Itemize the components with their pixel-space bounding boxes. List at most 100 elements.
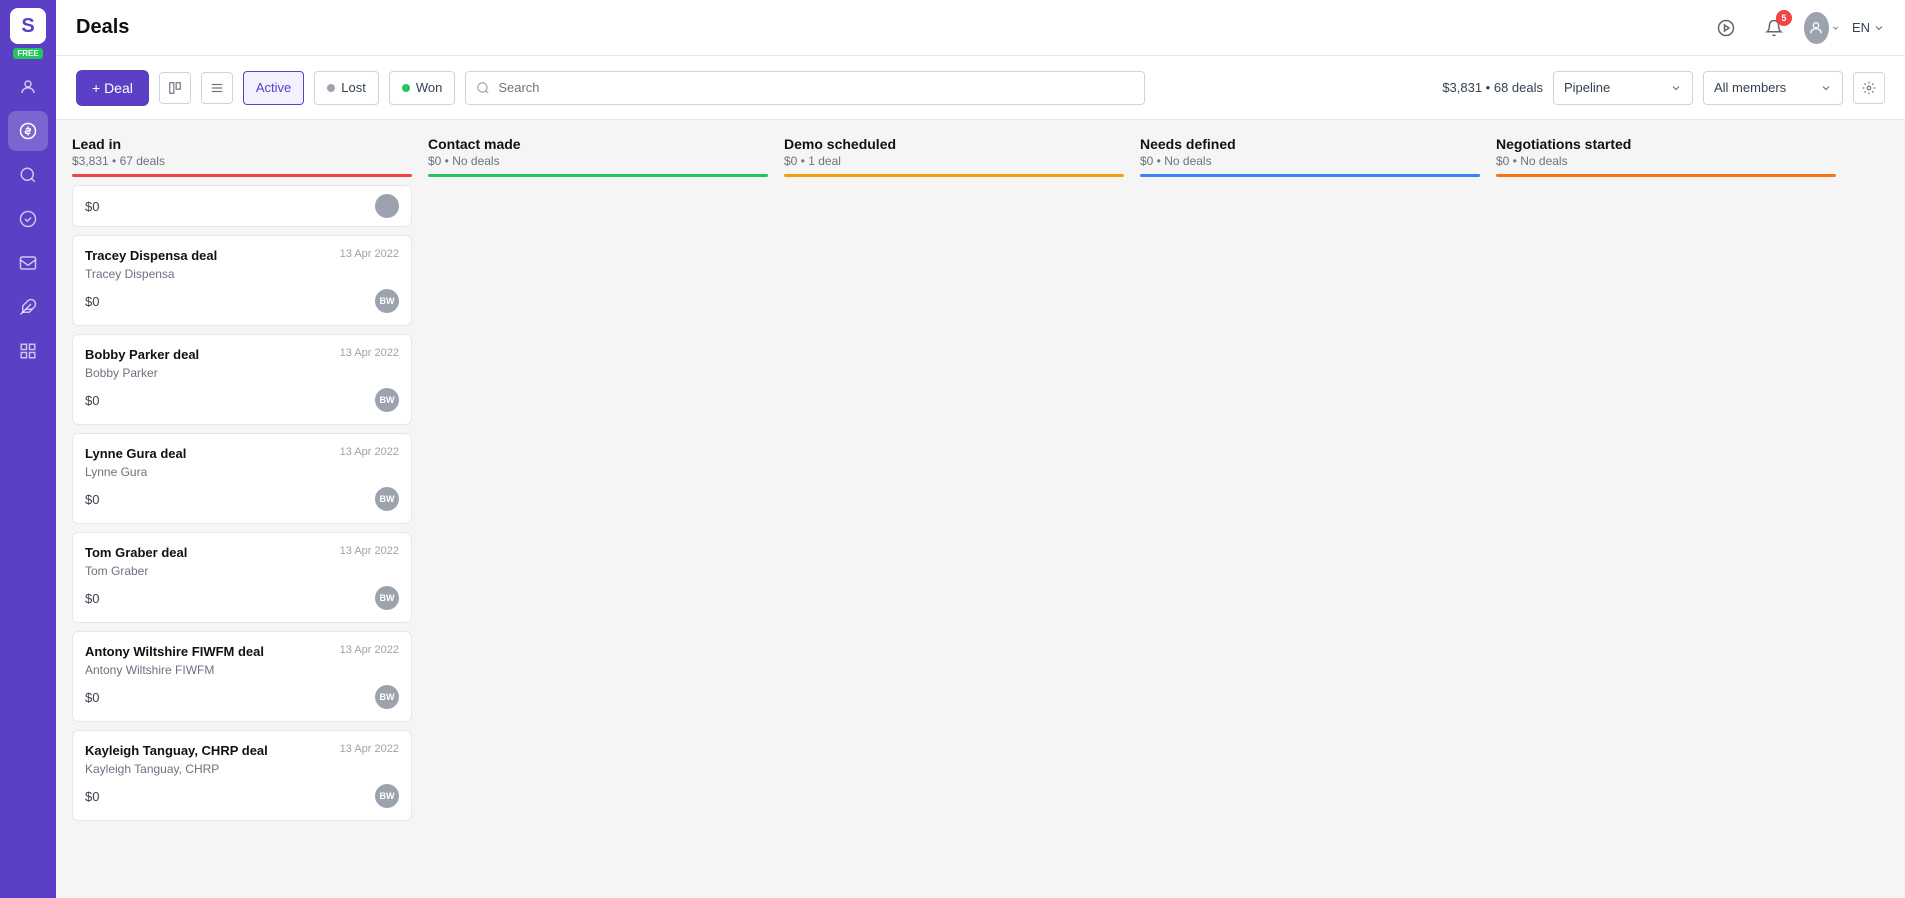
deal-name: Kayleigh Tanguay, CHRP deal: [85, 743, 268, 758]
notification-count: 5: [1776, 10, 1792, 26]
deal-amount: $0: [85, 492, 99, 507]
members-dropdown[interactable]: All members: [1703, 71, 1843, 105]
column-subtitle-negotiations-started: $0 • No deals: [1496, 154, 1836, 168]
deal-footer: $0 BW: [85, 388, 399, 412]
lost-dot: [327, 84, 335, 92]
deal-contact: Kayleigh Tanguay, CHRP: [85, 762, 399, 776]
column-header-contact-made: Contact made $0 • No deals: [428, 136, 768, 177]
column-title-contact-made: Contact made: [428, 136, 768, 152]
filter-won-button[interactable]: Won: [389, 71, 456, 105]
deal-card-header: Antony Wiltshire FIWFM deal 13 Apr 2022: [85, 644, 399, 659]
sidebar: S FREE: [0, 0, 56, 898]
list-view-button[interactable]: [201, 72, 233, 104]
deal-amount: $0: [85, 789, 99, 804]
notifications-button[interactable]: 5: [1756, 10, 1792, 46]
deal-avatar: BW: [375, 289, 399, 313]
kanban-column-lead-in: Lead in $3,831 • 67 deals $0 Tracey Disp…: [72, 136, 412, 882]
filter-lost-button[interactable]: Lost: [314, 71, 379, 105]
sidebar-item-apps[interactable]: [8, 331, 48, 371]
pipeline-chevron-icon: [1670, 82, 1682, 94]
column-cards-lead-in: $0 Tracey Dispensa deal 13 Apr 2022 Trac…: [72, 185, 412, 821]
kanban-column-needs-defined: Needs defined $0 • No deals: [1140, 136, 1480, 882]
deal-name: Antony Wiltshire FIWFM deal: [85, 644, 264, 659]
sidebar-item-integrations[interactable]: [8, 287, 48, 327]
kanban-column-contact-made: Contact made $0 • No deals: [428, 136, 768, 882]
deal-footer: $0 BW: [85, 685, 399, 709]
avatar: [1804, 12, 1829, 44]
deal-avatar: BW: [375, 685, 399, 709]
deal-card[interactable]: Antony Wiltshire FIWFM deal 13 Apr 2022 …: [72, 631, 412, 722]
deal-footer: $0 BW: [85, 586, 399, 610]
search-input[interactable]: [498, 80, 1134, 95]
deal-amount: $0: [85, 294, 99, 309]
deal-card[interactable]: Tom Graber deal 13 Apr 2022 Tom Graber $…: [72, 532, 412, 623]
app-logo[interactable]: S: [10, 8, 46, 44]
deal-card-header: Tom Graber deal 13 Apr 2022: [85, 545, 399, 560]
sidebar-item-search[interactable]: [8, 155, 48, 195]
video-button[interactable]: [1708, 10, 1744, 46]
deal-avatar: BW: [375, 784, 399, 808]
column-bar-negotiations-started: [1496, 174, 1836, 177]
deal-card[interactable]: Bobby Parker deal 13 Apr 2022 Bobby Park…: [72, 334, 412, 425]
column-bar-lead-in: [72, 174, 412, 177]
column-title-demo-scheduled: Demo scheduled: [784, 136, 1124, 152]
deal-avatar: [375, 194, 399, 218]
column-bar-demo-scheduled: [784, 174, 1124, 177]
page-title: Deals: [76, 16, 1708, 39]
pipeline-dropdown[interactable]: Pipeline: [1553, 71, 1693, 105]
deal-name: Bobby Parker deal: [85, 347, 199, 362]
deal-footer: $0 BW: [85, 487, 399, 511]
deal-card-header: Bobby Parker deal 13 Apr 2022: [85, 347, 399, 362]
column-header-negotiations-started: Negotiations started $0 • No deals: [1496, 136, 1836, 177]
user-avatar-button[interactable]: [1804, 10, 1840, 46]
sidebar-item-deals[interactable]: [8, 111, 48, 151]
toolbar: + Deal Active Lost Won $3,831 • 68 deals…: [56, 56, 1905, 120]
members-chevron-icon: [1820, 82, 1832, 94]
kanban-column-demo-scheduled: Demo scheduled $0 • 1 deal: [784, 136, 1124, 882]
deal-card-header: Tracey Dispensa deal 13 Apr 2022: [85, 248, 399, 263]
deal-contact: Bobby Parker: [85, 366, 399, 380]
free-badge: FREE: [13, 48, 42, 59]
deal-name: Tracey Dispensa deal: [85, 248, 217, 263]
won-dot: [402, 84, 410, 92]
add-deal-button[interactable]: + Deal: [76, 70, 149, 106]
kanban-view-button[interactable]: [159, 72, 191, 104]
column-header-lead-in: Lead in $3,831 • 67 deals: [72, 136, 412, 177]
sidebar-item-contacts[interactable]: [8, 67, 48, 107]
deal-contact: Tom Graber: [85, 564, 399, 578]
deal-footer: $0 BW: [85, 289, 399, 313]
filter-active-button[interactable]: Active: [243, 71, 304, 105]
deal-card[interactable]: Tracey Dispensa deal 13 Apr 2022 Tracey …: [72, 235, 412, 326]
deal-contact: Lynne Gura: [85, 465, 399, 479]
deal-card-partial[interactable]: $0: [72, 185, 412, 227]
column-title-lead-in: Lead in: [72, 136, 412, 152]
sidebar-item-tasks[interactable]: [8, 199, 48, 239]
search-box[interactable]: [465, 71, 1145, 105]
column-bar-contact-made: [428, 174, 768, 177]
deal-date: 13 Apr 2022: [340, 446, 399, 458]
settings-button[interactable]: [1853, 72, 1885, 104]
gear-icon: [1862, 81, 1876, 95]
kanban-column-negotiations-started: Negotiations started $0 • No deals: [1496, 136, 1836, 882]
deal-amount: $0: [85, 591, 99, 606]
deal-contact: Tracey Dispensa: [85, 267, 399, 281]
column-header-demo-scheduled: Demo scheduled $0 • 1 deal: [784, 136, 1124, 177]
sidebar-item-mail[interactable]: [8, 243, 48, 283]
topbar: Deals 5 EN: [56, 0, 1905, 56]
deal-avatar: BW: [375, 487, 399, 511]
deal-name: Tom Graber deal: [85, 545, 187, 560]
deal-contact: Antony Wiltshire FIWFM: [85, 663, 399, 677]
search-icon: [476, 81, 490, 95]
deal-card[interactable]: Kayleigh Tanguay, CHRP deal 13 Apr 2022 …: [72, 730, 412, 821]
kanban-board: Lead in $3,831 • 67 deals $0 Tracey Disp…: [56, 120, 1905, 898]
deal-date: 13 Apr 2022: [340, 545, 399, 557]
column-subtitle-demo-scheduled: $0 • 1 deal: [784, 154, 1124, 168]
deal-date: 13 Apr 2022: [340, 248, 399, 260]
language-selector[interactable]: EN: [1852, 20, 1885, 35]
deals-summary: $3,831 • 68 deals: [1442, 80, 1543, 95]
column-subtitle-contact-made: $0 • No deals: [428, 154, 768, 168]
deal-card-header: Lynne Gura deal 13 Apr 2022: [85, 446, 399, 461]
topbar-right: 5 EN: [1708, 10, 1885, 46]
deal-card[interactable]: Lynne Gura deal 13 Apr 2022 Lynne Gura $…: [72, 433, 412, 524]
column-header-needs-defined: Needs defined $0 • No deals: [1140, 136, 1480, 177]
